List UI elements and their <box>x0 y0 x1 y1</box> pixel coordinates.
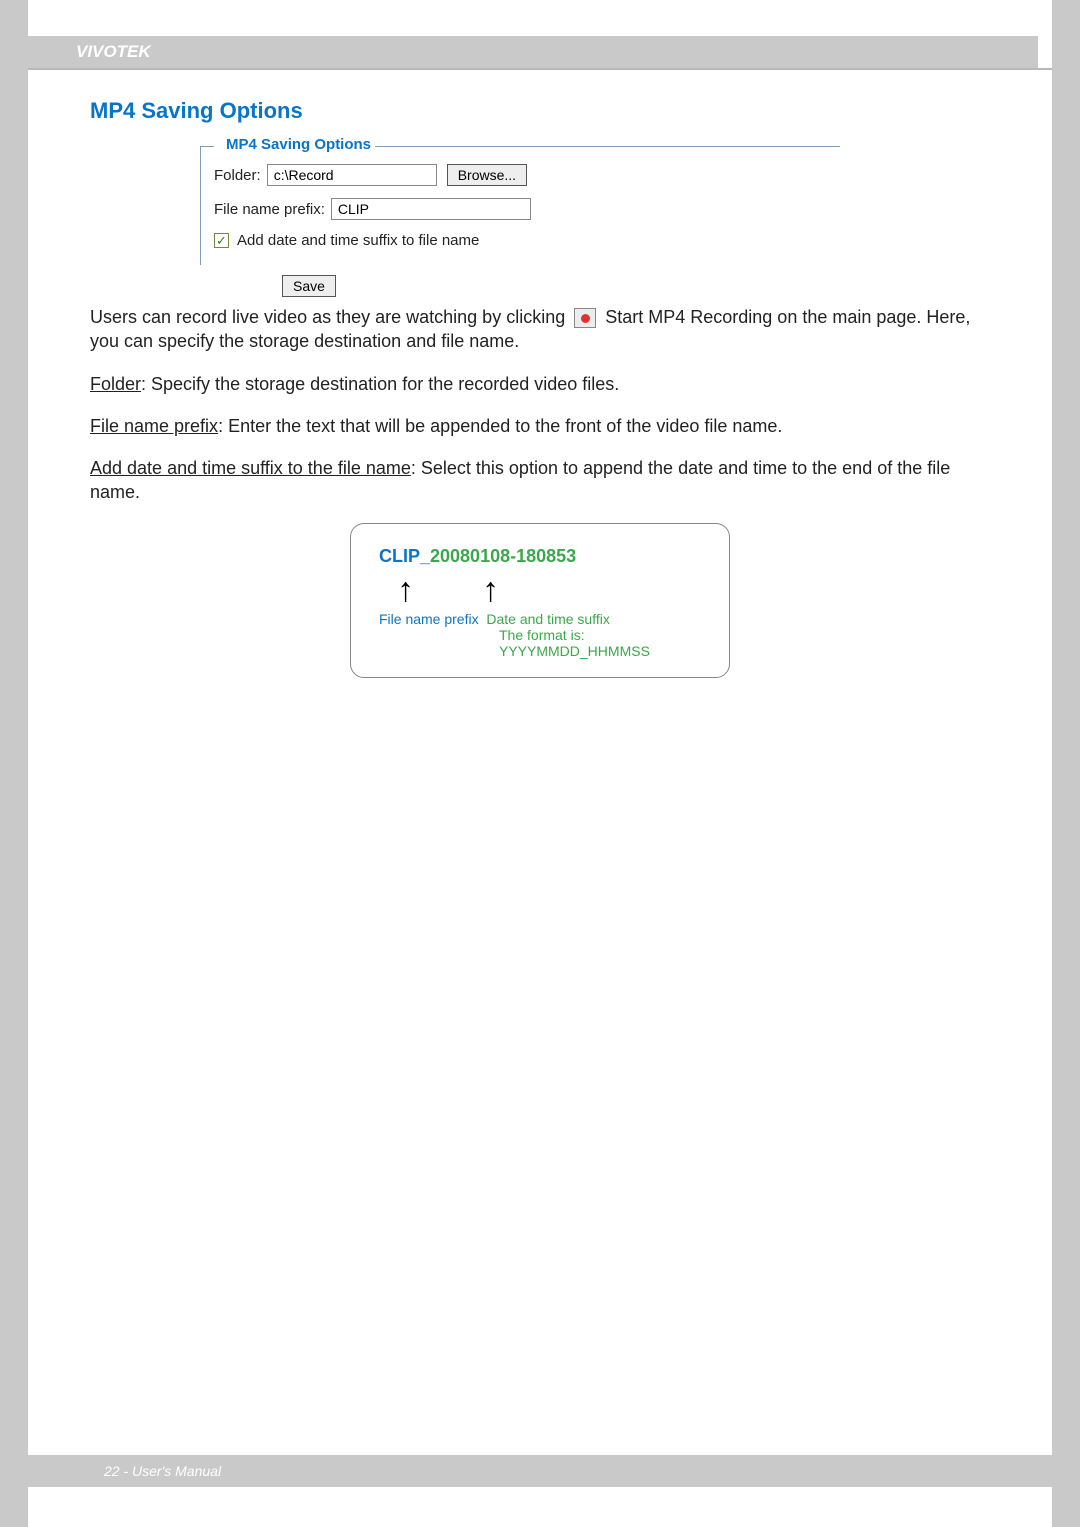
save-button[interactable]: Save <box>282 275 336 297</box>
body-text: Users can record live video as they are … <box>90 305 990 505</box>
folder-input[interactable] <box>267 164 437 186</box>
prefix-desc: : Enter the text that will be appended t… <box>218 416 782 436</box>
browse-button[interactable]: Browse... <box>447 164 527 186</box>
fieldset-legend: MP4 Saving Options <box>222 136 375 153</box>
prefix-input[interactable] <box>331 198 531 220</box>
suffix-checkbox[interactable]: ✓ <box>214 233 229 248</box>
folder-desc: : Specify the storage destination for th… <box>141 374 619 394</box>
suffix-checkbox-label: Add date and time suffix to file name <box>237 232 479 249</box>
folder-label: Folder: <box>214 167 261 184</box>
diagram-label-suffix: Date and time suffix <box>486 611 609 627</box>
prefix-heading: File name prefix <box>90 416 218 436</box>
section-title: MP4 Saving Options <box>90 98 990 124</box>
arrow-up-icon: ↑ <box>397 573 414 607</box>
record-icon <box>574 308 596 328</box>
diagram-label-format: The format is: YYYYMMDD_HHMMSS <box>379 627 701 659</box>
mp4-options-fieldset: MP4 Saving Options Folder: Browse... Fil… <box>200 138 840 297</box>
brand-header: VIVOTEK <box>14 36 1038 68</box>
diagram-suffix: 20080108-180853 <box>430 546 576 566</box>
prefix-label: File name prefix: <box>214 201 325 218</box>
diagram-label-prefix: File name prefix <box>379 611 479 627</box>
intro-text-a: Users can record live video as they are … <box>90 307 570 327</box>
folder-heading: Folder <box>90 374 141 394</box>
page-footer: 22 - User's Manual <box>28 1455 1052 1487</box>
suffix-heading: Add date and time suffix to the file nam… <box>90 458 411 478</box>
arrow-up-icon: ↑ <box>482 573 499 607</box>
diagram-prefix: CLIP_ <box>379 546 430 566</box>
filename-diagram: CLIP_20080108-180853 ↑ ↑ File name prefi… <box>350 523 730 678</box>
